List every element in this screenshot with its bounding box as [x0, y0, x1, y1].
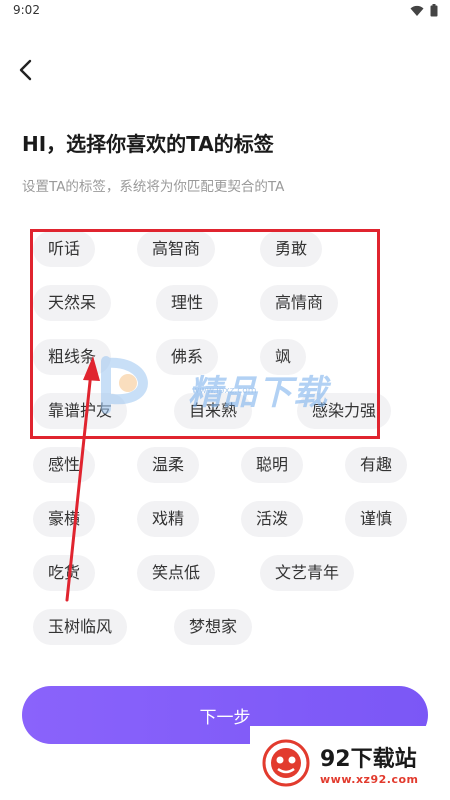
badge-url: www.xz92.com — [320, 772, 419, 786]
tag-chip[interactable]: 高智商 — [137, 231, 216, 267]
tag-chip[interactable]: 飒 — [260, 339, 307, 375]
status-bar: 9:02 — [0, 0, 450, 24]
site-logo-icon — [262, 739, 310, 787]
tag-chip[interactable]: 感性 — [33, 447, 96, 483]
badge-title: 92下载站 — [320, 746, 417, 772]
tag-chip[interactable]: 有趣 — [345, 447, 408, 483]
chevron-left-icon — [19, 59, 32, 81]
back-button[interactable] — [10, 54, 42, 86]
tag-chip[interactable]: 听话 — [33, 231, 96, 267]
tag-chip[interactable]: 玉树临风 — [33, 609, 128, 645]
status-icons — [410, 4, 438, 17]
tag-chip[interactable]: 佛系 — [156, 339, 219, 375]
tag-chip[interactable]: 理性 — [156, 285, 219, 321]
tag-chip[interactable]: 天然呆 — [33, 285, 112, 321]
tag-chip[interactable]: 自来熟 — [174, 393, 253, 429]
tag-chip[interactable]: 笑点低 — [137, 555, 216, 591]
tag-chip[interactable]: 梦想家 — [174, 609, 253, 645]
page-subtitle: 设置TA的标签，系统将为你匹配更契合的TA — [22, 179, 285, 195]
tag-chip[interactable]: 高情商 — [260, 285, 339, 321]
tag-chip[interactable]: 谨慎 — [345, 501, 408, 537]
tag-chip[interactable]: 勇敢 — [260, 231, 323, 267]
tag-chip[interactable]: 聪明 — [241, 447, 304, 483]
tag-chip[interactable]: 吃货 — [33, 555, 96, 591]
corner-watermark-badge: 92下载站 www.xz92.com — [250, 726, 450, 800]
tag-chip[interactable]: 戏精 — [137, 501, 200, 537]
tag-chip[interactable]: 活泼 — [241, 501, 304, 537]
tag-chip[interactable]: 豪横 — [33, 501, 96, 537]
battery-icon — [430, 4, 438, 17]
wifi-icon — [410, 5, 424, 16]
status-time: 9:02 — [13, 3, 40, 17]
badge-text: 92下载站 www.xz92.com — [320, 741, 419, 786]
page-title: HI，选择你喜欢的TA的标签 — [22, 132, 274, 156]
tag-chip[interactable]: 粗线条 — [33, 339, 112, 375]
tag-chip[interactable]: 感染力强 — [297, 393, 392, 429]
tag-chip[interactable]: 靠谱护友 — [33, 393, 128, 429]
tag-chip[interactable]: 文艺青年 — [260, 555, 355, 591]
tag-chip[interactable]: 温柔 — [137, 447, 200, 483]
